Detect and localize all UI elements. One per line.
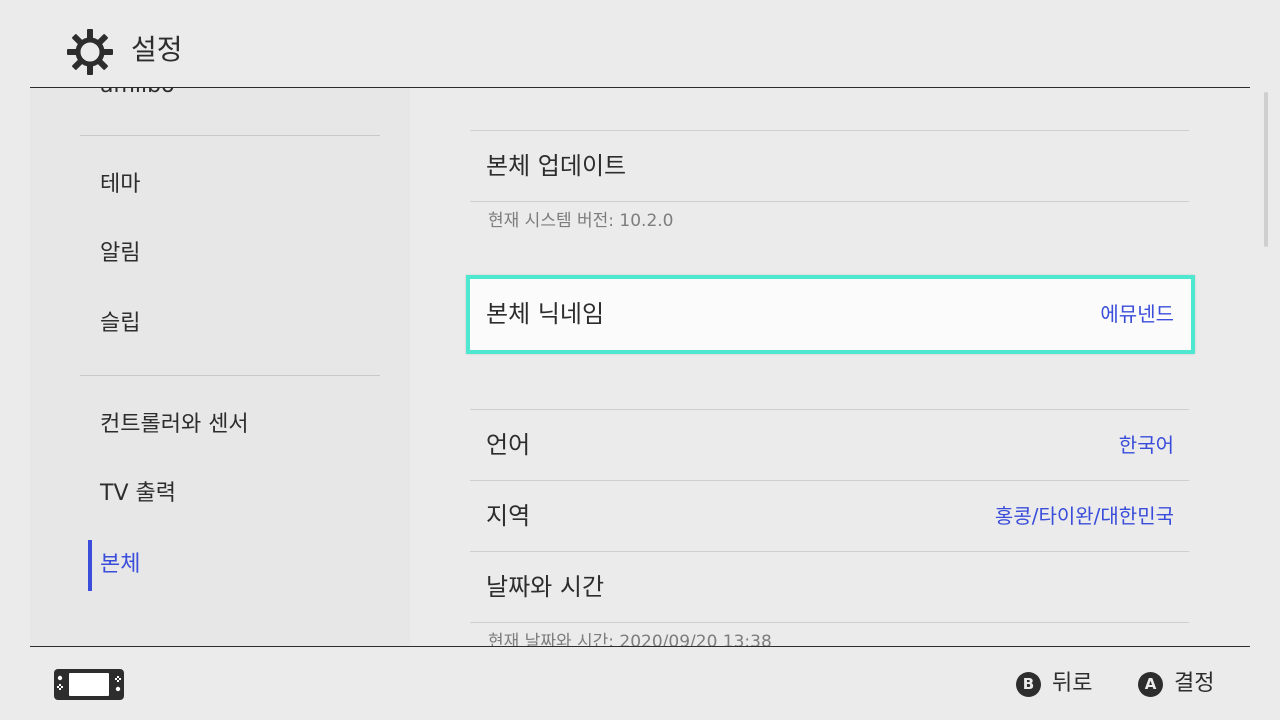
datetime-label: 날짜와 시간	[486, 573, 605, 601]
datetime-text: 현재 날짜와 시간: 2020/09/20 13:38	[488, 632, 772, 646]
page-title: 설정	[131, 33, 183, 66]
sidebar-item-tv-output[interactable]: TV 출력	[100, 479, 176, 509]
nickname-label: 본체 닉네임	[486, 300, 605, 328]
main-panel: 본체 업데이트 현재 시스템 버전: 10.2.0 본체 닉네임 에뮤넨드 언어…	[410, 88, 1250, 646]
sidebar-item-sleep[interactable]: 슬립	[100, 309, 140, 339]
scrollbar[interactable]	[1264, 92, 1268, 247]
gear-icon	[67, 29, 113, 75]
sidebar-active-indicator	[88, 540, 92, 591]
a-button-icon: A	[1138, 671, 1163, 697]
header: 설정	[0, 0, 1280, 87]
language-label: 언어	[486, 431, 531, 459]
system-version-text: 현재 시스템 버전: 10.2.0	[488, 211, 674, 231]
sidebar-item-controllers-sensors[interactable]: 컨트롤러와 센서	[100, 410, 249, 440]
region-value: 홍콩/타이완/대한민국	[994, 504, 1174, 528]
region-label: 지역	[486, 502, 531, 530]
handheld-console-icon	[54, 669, 124, 700]
confirm-button[interactable]: A 결정	[1138, 669, 1214, 699]
footer: B 뒤로 A 결정	[0, 647, 1280, 720]
row-divider	[470, 201, 1189, 202]
back-button[interactable]: B 뒤로	[1016, 669, 1092, 699]
sidebar: amiibo 테마 알림 슬립 컨트롤러와 센서 TV 출력 본체	[30, 88, 410, 646]
nickname-value: 에뮤넨드	[1100, 302, 1174, 326]
language-value: 한국어	[1118, 433, 1174, 457]
language-row[interactable]	[470, 410, 1189, 480]
sidebar-divider	[80, 375, 380, 376]
sidebar-divider	[80, 135, 380, 136]
back-button-label: 뒤로	[1052, 671, 1093, 696]
sidebar-item-notifications[interactable]: 알림	[100, 239, 140, 269]
b-button-icon: B	[1016, 671, 1041, 697]
system-update-label: 본체 업데이트	[486, 152, 627, 180]
sidebar-item-theme[interactable]: 테마	[100, 170, 140, 200]
row-divider	[470, 622, 1189, 623]
confirm-button-label: 결정	[1174, 671, 1215, 696]
sidebar-item-amiibo[interactable]: amiibo	[100, 88, 175, 100]
sidebar-item-system[interactable]: 본체	[100, 550, 140, 580]
header-divider	[30, 87, 1250, 88]
settings-screen: 설정 amiibo 테마 알림 슬립 컨트롤러와 센서 TV 출력 본체 본체 …	[0, 0, 1280, 720]
